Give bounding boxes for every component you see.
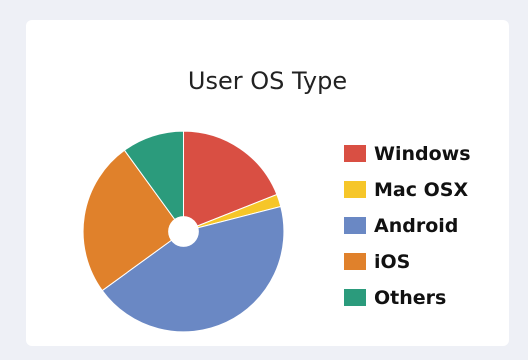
- legend-item-android: Android: [344, 214, 471, 237]
- legend-swatch-windows: [344, 145, 366, 162]
- legend-swatch-others: [344, 289, 366, 306]
- chart-card: User OS Type Windows Mac OSX Android iOS Oth…: [26, 20, 509, 346]
- legend-item-others: Others: [344, 286, 471, 309]
- legend-label-others: Others: [374, 286, 447, 309]
- legend-label-ios: iOS: [374, 250, 411, 273]
- legend-label-mac-osx: Mac OSX: [374, 178, 469, 201]
- pie-center-hole: [168, 216, 199, 247]
- legend-item-ios: iOS: [344, 250, 471, 273]
- legend-item-mac-osx: Mac OSX: [344, 178, 471, 201]
- pie-chart: [82, 130, 285, 333]
- legend-item-windows: Windows: [344, 142, 471, 165]
- chart-legend: Windows Mac OSX Android iOS Others: [344, 142, 471, 324]
- legend-swatch-mac-osx: [344, 181, 366, 198]
- legend-label-android: Android: [374, 214, 459, 237]
- legend-label-windows: Windows: [374, 142, 471, 165]
- chart-title: User OS Type: [187, 67, 348, 95]
- legend-swatch-android: [344, 217, 366, 234]
- legend-swatch-ios: [344, 253, 366, 270]
